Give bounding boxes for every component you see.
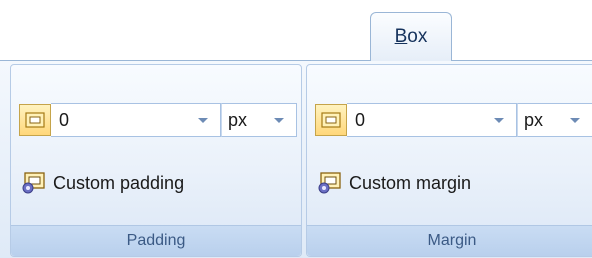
padding-unit: px: [228, 109, 248, 130]
tab-box-label: ox: [407, 26, 428, 47]
padding-spinner-row: 0 px: [19, 103, 297, 137]
ribbon-panel: 0 px Custom padding Padding 0 px Custom …: [0, 60, 592, 258]
padding-group: 0 px Custom padding Padding: [10, 64, 302, 257]
margin-group: 0 px Custom margin Margin: [306, 64, 592, 257]
custom-margin-button[interactable]: Custom margin: [317, 168, 477, 198]
padding-unit-select[interactable]: px: [221, 103, 297, 137]
margin-value-input[interactable]: 0: [347, 103, 517, 137]
margin-spinner-row: 0 px: [315, 103, 592, 137]
padding-value: 0: [59, 109, 70, 130]
margin-unit: px: [524, 109, 544, 130]
margin-unit-select[interactable]: px: [517, 103, 592, 137]
custom-padding-label: Custom padding: [53, 172, 185, 193]
padding-value-input[interactable]: 0: [51, 103, 221, 137]
custom-padding-icon: [22, 172, 45, 194]
tab-box-mnemonic: B: [394, 26, 408, 47]
custom-margin-label: Custom margin: [349, 172, 472, 193]
margin-value: 0: [355, 109, 366, 130]
margin-value-dropdown-arrow-icon[interactable]: [494, 118, 504, 123]
custom-padding-button[interactable]: Custom padding: [21, 168, 190, 198]
ribbon-tab-strip: Box: [0, 0, 592, 61]
margin-unit-dropdown-arrow-icon[interactable]: [570, 118, 580, 123]
padding-value-dropdown-arrow-icon[interactable]: [198, 118, 208, 123]
padding-group-caption: Padding: [11, 225, 301, 256]
padding-box-icon[interactable]: [19, 104, 51, 136]
tab-box[interactable]: Box: [370, 12, 452, 61]
padding-unit-dropdown-arrow-icon[interactable]: [274, 118, 284, 123]
margin-box-icon[interactable]: [315, 104, 347, 136]
margin-group-caption: Margin: [307, 225, 592, 256]
custom-margin-icon: [318, 172, 341, 194]
